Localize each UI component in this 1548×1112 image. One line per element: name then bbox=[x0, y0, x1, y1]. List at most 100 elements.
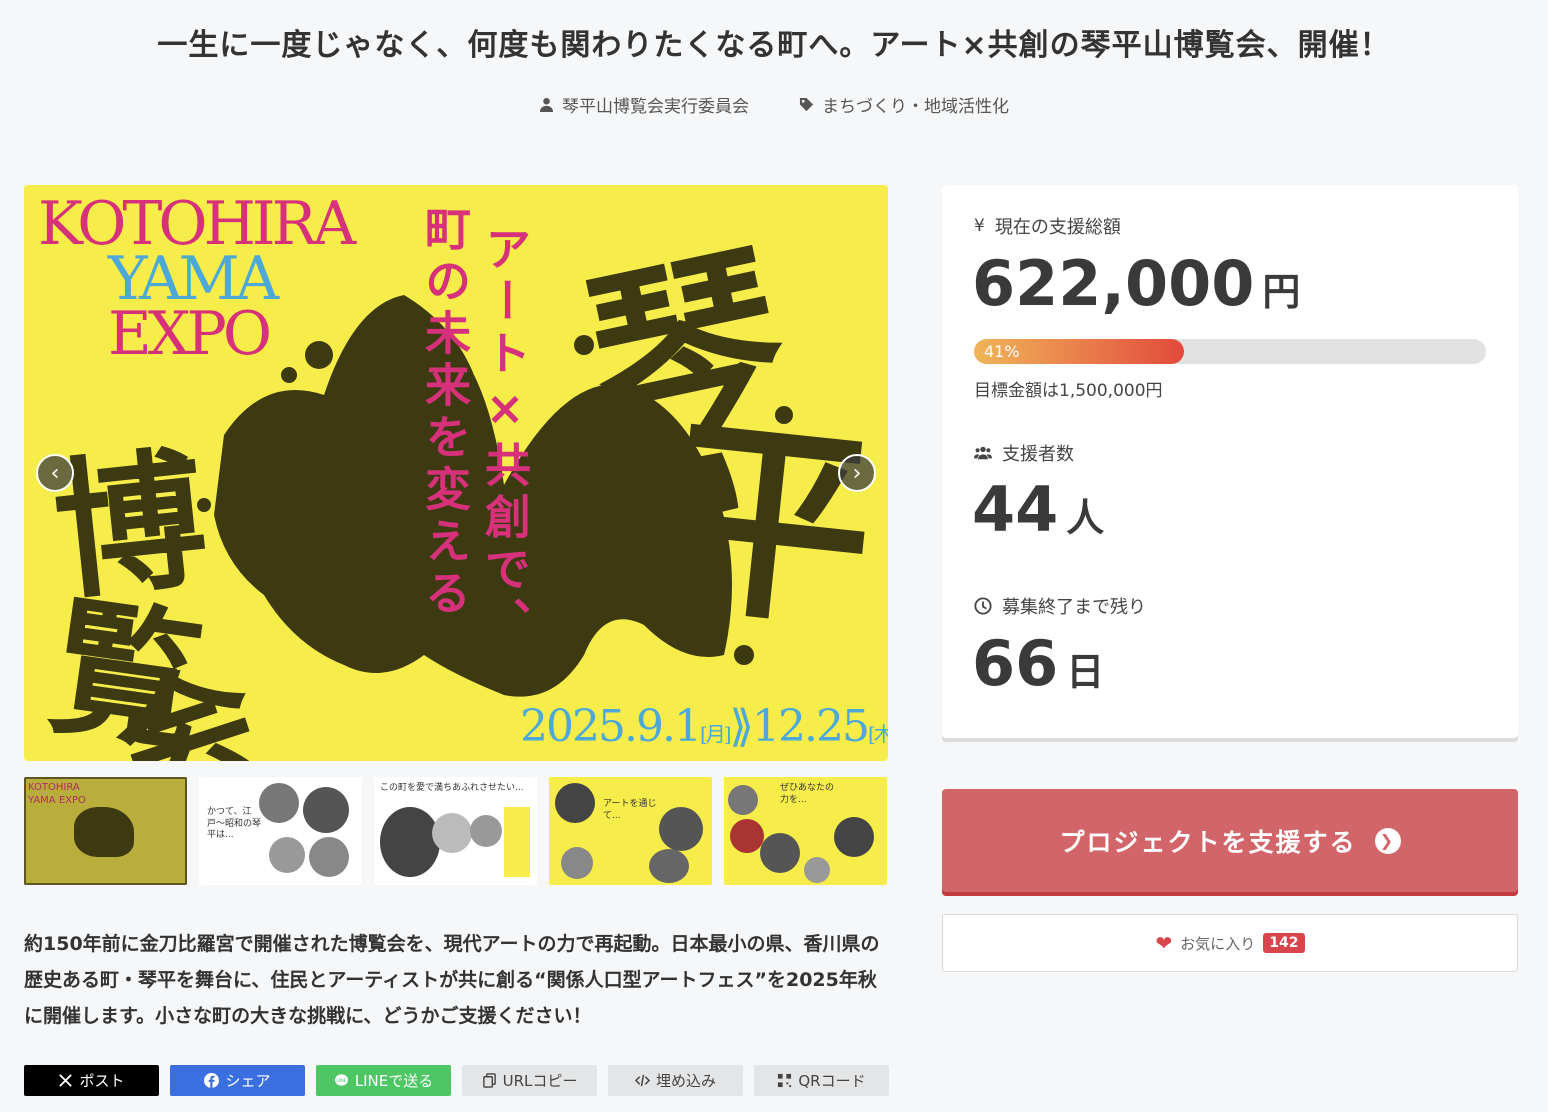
thumbnail-5-photo-4 bbox=[834, 817, 874, 857]
favorite-button[interactable]: ❤ お気に入り 142 bbox=[942, 914, 1518, 972]
tag-icon bbox=[799, 97, 814, 112]
project-meta: 琴平山博覧会実行委員会 まちづくり・地域活性化 bbox=[0, 92, 1548, 117]
date-end: 12.25 bbox=[752, 701, 870, 752]
supporters-value: 44 bbox=[972, 473, 1059, 546]
qr-code-button[interactable]: QRコード bbox=[754, 1065, 889, 1096]
share-buttons: ポスト シェア LINE LINEで送る URLコピー 埋め込み QRコード bbox=[24, 1065, 889, 1096]
x-logo-icon bbox=[59, 1074, 73, 1087]
copy-icon bbox=[482, 1073, 496, 1088]
user-icon bbox=[539, 97, 554, 112]
heart-icon: ❤ bbox=[1155, 931, 1173, 955]
facebook-icon bbox=[204, 1073, 220, 1088]
qr-code-icon bbox=[778, 1073, 792, 1088]
goal-amount: 目標金額は1,500,000円 bbox=[974, 381, 1163, 401]
share-line-button[interactable]: LINE LINEで送る bbox=[316, 1065, 451, 1096]
share-line-label: LINEで送る bbox=[354, 1072, 434, 1090]
amount-value: 622,000 bbox=[972, 247, 1255, 320]
support-project-button[interactable]: プロジェクトを支援する ❯ bbox=[942, 789, 1518, 892]
expo-logo: KOTOHIRA YAMA EXPO bbox=[38, 194, 356, 370]
thumbnail-4-photo-3 bbox=[561, 847, 593, 879]
category-name: まちづくり・地域活性化 bbox=[822, 97, 1009, 117]
remaining-value: 66 bbox=[972, 627, 1059, 700]
thumbnail-strip: KOTOHIRA YAMA EXPO かつて、江戸〜昭和の琴平は... この町を… bbox=[24, 777, 888, 885]
thumbnail-5-photo-3 bbox=[760, 833, 800, 873]
thumbnail-1[interactable]: KOTOHIRA YAMA EXPO bbox=[24, 777, 187, 885]
carousel-next-button[interactable]: › bbox=[838, 454, 876, 492]
qr-code-label: QRコード bbox=[798, 1072, 866, 1090]
code-icon bbox=[634, 1074, 650, 1087]
svg-text:LINE: LINE bbox=[336, 1078, 346, 1084]
carousel-prev-button[interactable]: ‹ bbox=[36, 454, 74, 492]
share-facebook-button[interactable]: シェア bbox=[170, 1065, 305, 1096]
kanji-hira: 平 bbox=[649, 390, 885, 659]
thumbnail-2-photo-1 bbox=[259, 783, 299, 823]
owner-name: 琴平山博覧会実行委員会 bbox=[562, 97, 749, 117]
thumbnail-1-ink bbox=[74, 807, 134, 857]
remaining-label: 募集終了まで残り bbox=[1002, 597, 1146, 618]
supporters-label-row: 支援者数 bbox=[974, 440, 1074, 466]
thumbnail-3-photo-2 bbox=[432, 813, 472, 853]
chevron-left-icon: ‹ bbox=[50, 460, 60, 486]
event-dates: 2025.9.1[月]⟫12.25[木] bbox=[520, 701, 888, 752]
embed-label: 埋め込み bbox=[655, 1072, 716, 1090]
logo-line-3: EXPO bbox=[108, 299, 272, 370]
embed-button[interactable]: 埋め込み bbox=[608, 1065, 743, 1096]
copy-url-label: URLコピー bbox=[502, 1072, 578, 1090]
amount-value-row: 622,000 円 bbox=[972, 247, 1300, 320]
project-description: 約150年前に金刀比羅宮で開催された博覧会を、現代アートの力で再起動。日本最小の… bbox=[24, 933, 880, 1027]
remaining-label-row: 募集終了まで残り bbox=[974, 593, 1146, 619]
copy-url-button[interactable]: URLコピー bbox=[462, 1065, 597, 1096]
favorite-label: お気に入り bbox=[1180, 934, 1256, 953]
supporters-unit: 人 bbox=[1066, 496, 1105, 540]
users-icon bbox=[974, 446, 992, 460]
thumbnail-2[interactable]: かつて、江戸〜昭和の琴平は... bbox=[199, 777, 362, 885]
amount-unit: 円 bbox=[1262, 270, 1301, 314]
thumbnail-4[interactable]: アートを通じて... bbox=[549, 777, 712, 885]
thumbnail-4-photo-4 bbox=[649, 849, 689, 883]
hero-vertical-text-1: 町の未来を変える bbox=[418, 205, 472, 621]
favorite-count-badge: 142 bbox=[1263, 933, 1305, 953]
thumbnail-3-label: この町を愛で満ちあふれさせたい... bbox=[380, 783, 524, 793]
amount-label-row: ¥ 現在の支援総額 bbox=[974, 213, 1121, 239]
funding-stats-panel: ¥ 現在の支援総額 622,000 円 41% 目標金額は1,500,000円 … bbox=[942, 185, 1518, 738]
date-end-day: [木] bbox=[868, 722, 888, 746]
thumbnail-4-photo-1 bbox=[555, 783, 595, 823]
category-link[interactable]: まちづくり・地域活性化 bbox=[799, 92, 1009, 117]
line-icon: LINE bbox=[334, 1074, 348, 1086]
thumbnail-5-photo-1 bbox=[728, 785, 758, 815]
supporters-value-row: 44 人 bbox=[972, 473, 1104, 546]
funding-progress-bar: 41% bbox=[974, 339, 1486, 364]
share-x-label: ポスト bbox=[79, 1072, 125, 1090]
thumbnail-3-photo-3 bbox=[470, 815, 502, 847]
thumbnail-2-photo-2 bbox=[303, 787, 349, 833]
hero-vertical-text-2: アート×共創で、 bbox=[478, 225, 532, 649]
thumbnail-5-label: ぜひあなたの力を... bbox=[780, 783, 835, 805]
share-x-button[interactable]: ポスト bbox=[24, 1065, 159, 1096]
amount-label: 現在の支援総額 bbox=[994, 217, 1121, 238]
thumbnail-3[interactable]: この町を愛で満ちあふれさせたい... bbox=[374, 777, 537, 885]
clock-icon bbox=[974, 597, 992, 615]
chevron-right-circle-icon: ❯ bbox=[1374, 827, 1401, 854]
thumbnail-4-photo-2 bbox=[659, 807, 703, 851]
progress-fill: 41% bbox=[974, 339, 1184, 364]
thumbnail-5-photo-5 bbox=[804, 857, 830, 883]
owner-link[interactable]: 琴平山博覧会実行委員会 bbox=[539, 92, 749, 117]
support-project-label: プロジェクトを支援する bbox=[1059, 827, 1357, 857]
yen-icon: ¥ bbox=[974, 216, 985, 236]
thumbnail-1-label: KOTOHIRA YAMA EXPO bbox=[28, 782, 86, 806]
date-start-day: [月] bbox=[699, 722, 732, 746]
thumbnail-3-banner bbox=[504, 807, 530, 877]
thumbnail-2-label: かつて、江戸〜昭和の琴平は... bbox=[207, 807, 262, 841]
share-facebook-label: シェア bbox=[225, 1072, 271, 1090]
remaining-value-row: 66 日 bbox=[972, 627, 1104, 700]
thumbnail-2-photo-4 bbox=[269, 837, 305, 873]
remaining-unit: 日 bbox=[1066, 650, 1105, 694]
chevron-right-icon: › bbox=[852, 460, 862, 486]
project-title: 一生に一度じゃなく、何度も関わりたくなる町へ。アート×共創の琴平山博覧会、開催！ bbox=[157, 28, 1391, 63]
thumbnail-2-photo-3 bbox=[309, 837, 349, 877]
thumbnail-5[interactable]: ぜひあなたの力を... bbox=[724, 777, 887, 885]
date-start: 2025.9.1 bbox=[520, 701, 702, 752]
date-arrow: ⟫ bbox=[729, 701, 755, 752]
supporters-label: 支援者数 bbox=[1002, 444, 1074, 465]
hero-image[interactable]: KOTOHIRA YAMA EXPO 町の未来を変える アート×共創で、 琴 平… bbox=[24, 185, 888, 761]
